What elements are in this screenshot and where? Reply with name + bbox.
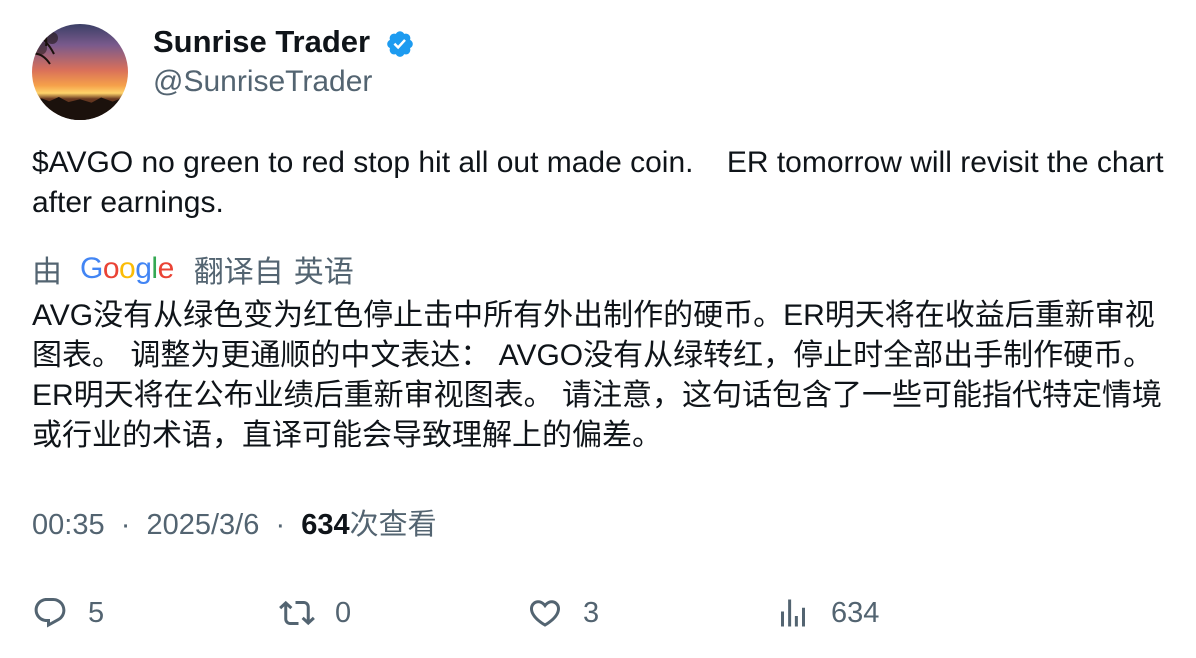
tree-silhouette bbox=[32, 96, 128, 120]
tweet-date[interactable]: 2025/3/6 bbox=[146, 509, 259, 541]
meta-separator: · bbox=[267, 509, 294, 541]
source-language: 英语 bbox=[293, 256, 354, 289]
views-label: 次查看 bbox=[349, 509, 437, 541]
like-count: 3 bbox=[583, 596, 600, 629]
meta-separator: · bbox=[112, 509, 139, 541]
reply-icon bbox=[34, 598, 66, 628]
tweet-text: $AVGO no green to red stop hit all out m… bbox=[32, 146, 1172, 219]
retweet-icon bbox=[279, 600, 315, 626]
retweet-count: 0 bbox=[335, 596, 352, 629]
verified-badge-icon bbox=[387, 31, 413, 57]
views-count: 634 bbox=[301, 509, 350, 541]
tweet-time[interactable]: 00:35 bbox=[32, 509, 105, 541]
translation-attribution: 由 Google 翻译自 英语 bbox=[32, 249, 354, 289]
translated-from-label: 翻译自 bbox=[193, 256, 284, 289]
tweet-meta: 00:35 · 2025/3/6 · 634次查看 bbox=[32, 505, 437, 545]
reply-count: 5 bbox=[88, 596, 105, 629]
views-action-count: 634 bbox=[831, 596, 880, 629]
heart-icon bbox=[529, 600, 561, 627]
translated-text: AVG没有从绿色变为红色停止击中所有外出制作的硬币。ER明天将在收益后重新审视图… bbox=[32, 299, 1163, 452]
author-name[interactable]: Sunrise Trader bbox=[153, 24, 370, 60]
google-logo: Google bbox=[80, 252, 174, 285]
author-handle[interactable]: @SunriseTrader bbox=[153, 64, 372, 100]
avatar[interactable] bbox=[32, 24, 128, 120]
reply-button[interactable]: 5 bbox=[32, 591, 104, 635]
tree-branch-decoration bbox=[32, 24, 58, 65]
views-button[interactable]: 634 bbox=[775, 591, 879, 635]
views-chart-icon bbox=[781, 599, 805, 627]
translated-by-label: 由 bbox=[32, 256, 62, 289]
like-button[interactable]: 3 bbox=[527, 591, 599, 635]
retweet-button[interactable]: 0 bbox=[279, 591, 351, 635]
